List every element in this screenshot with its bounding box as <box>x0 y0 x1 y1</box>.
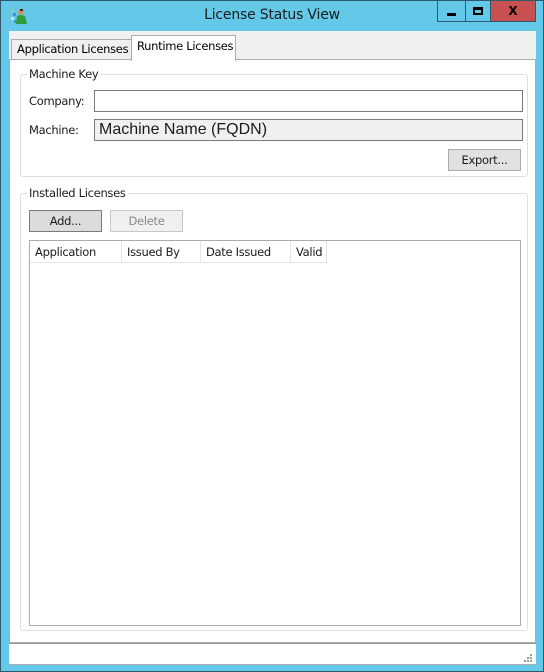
resize-grip-icon[interactable] <box>522 652 532 662</box>
runtime-licenses-panel: Machine Key Company: Machine: Machine Na… <box>9 59 536 643</box>
caption-buttons: X <box>437 1 536 23</box>
maximize-button[interactable] <box>465 1 490 22</box>
machine-value: Machine Name (FQDN) <box>99 121 268 138</box>
tab-strip: Application Licenses Runtime Licenses <box>9 31 536 61</box>
status-bar <box>9 643 536 665</box>
column-header-issued-by[interactable]: Issued By <box>122 241 201 263</box>
machine-key-group: Machine Key Company: Machine: Machine Na… <box>20 67 528 177</box>
tab-application-licenses[interactable]: Application Licenses <box>11 39 132 59</box>
installed-licenses-group: Installed Licenses Add... Delete Applica… <box>20 186 528 631</box>
license-status-window: License Status View X Application Licens… <box>0 0 544 672</box>
installed-licenses-title: Installed Licenses <box>27 186 128 200</box>
tab-runtime-licenses[interactable]: Runtime Licenses <box>131 35 236 61</box>
column-header-application[interactable]: Application <box>30 241 122 263</box>
add-button[interactable]: Add... <box>29 210 102 232</box>
company-label: Company: <box>29 94 85 108</box>
export-button[interactable]: Export... <box>448 149 521 171</box>
close-icon: X <box>508 4 518 18</box>
maximize-icon <box>473 7 483 15</box>
close-button[interactable]: X <box>490 1 536 22</box>
company-input[interactable] <box>94 90 523 112</box>
machine-field[interactable]: Machine Name (FQDN) <box>94 119 523 141</box>
client-area: Application Licenses Runtime Licenses Ma… <box>9 31 536 665</box>
machine-key-title: Machine Key <box>27 67 101 81</box>
title-bar[interactable]: License Status View X <box>1 1 543 31</box>
machine-label: Machine: <box>29 123 79 137</box>
column-header-date-issued[interactable]: Date Issued <box>201 241 291 263</box>
minimize-button[interactable] <box>437 1 465 22</box>
licenses-list[interactable]: Application Issued By Date Issued Valid <box>29 240 521 626</box>
minimize-icon <box>447 12 456 16</box>
list-header: Application Issued By Date Issued Valid <box>30 241 327 263</box>
column-header-valid[interactable]: Valid <box>291 241 327 263</box>
delete-button[interactable]: Delete <box>110 210 183 232</box>
